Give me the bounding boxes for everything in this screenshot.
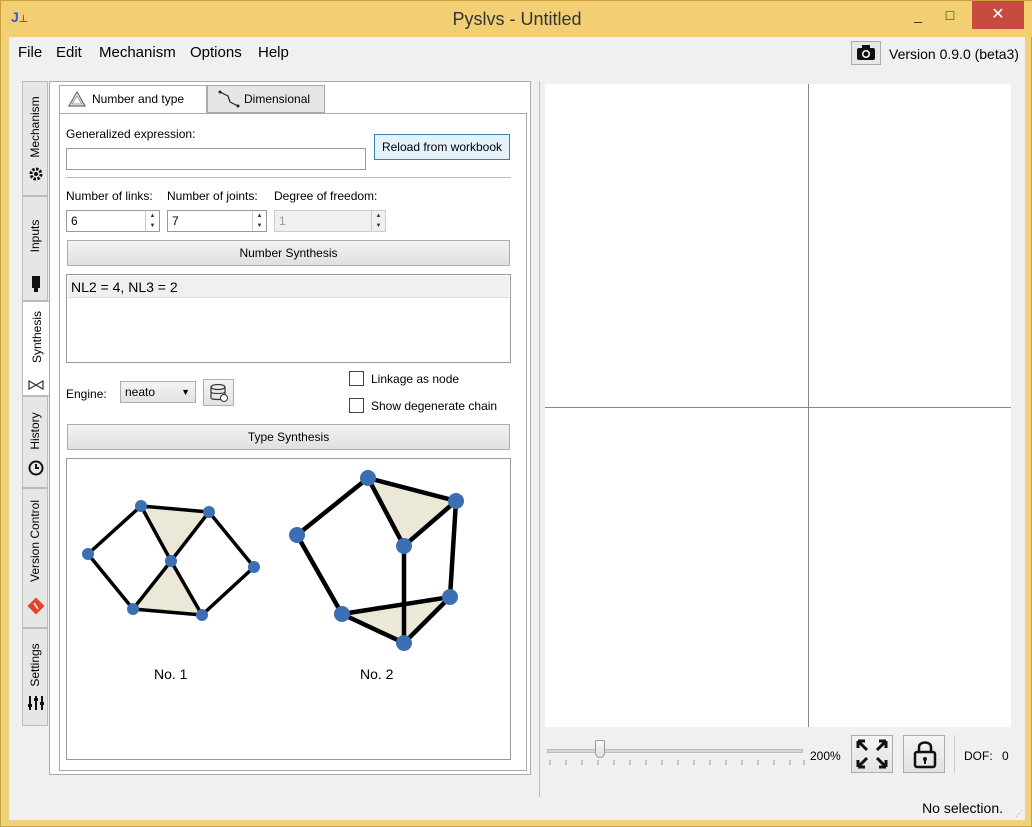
graph-2-caption: No. 2 <box>360 666 394 682</box>
number-synthesis-results-list[interactable]: NL2 = 4, NL3 = 2 <box>66 274 511 363</box>
dof-readout-value: 0 <box>1002 749 1009 763</box>
version-label: Version 0.9.0 (beta3) <box>889 46 1019 62</box>
resize-grip-icon[interactable]: ⋰ <box>1015 809 1023 818</box>
show-degenerate-chain-checkbox[interactable] <box>349 398 364 413</box>
title-bar: J⊥ Pyslvs - Untitled _ □ ✕ <box>1 1 1032 37</box>
tab-number-and-type[interactable]: Number and type <box>59 85 207 115</box>
menu-edit[interactable]: Edit <box>56 44 82 61</box>
tab-settings-label: Settings <box>28 643 42 688</box>
path-icon <box>218 90 240 108</box>
divider <box>954 735 955 773</box>
tab-mechanism-label: Mechanism <box>28 96 42 158</box>
engine-select[interactable]: neato ▼ <box>120 381 196 403</box>
tab-dimensional[interactable]: Dimensional <box>207 85 325 113</box>
window-title: Pyslvs - Untitled <box>452 9 582 29</box>
show-degenerate-chain-label: Show degenerate chain <box>371 399 498 413</box>
graph-1-caption: No. 1 <box>154 666 188 682</box>
linkage-as-node-label: Linkage as node <box>371 372 460 386</box>
tab-synthesis[interactable]: Synthesis <box>22 301 50 396</box>
engine-value: neato <box>125 385 156 399</box>
number-of-links-label: Number of links: <box>66 189 153 203</box>
side-tab-bar: Mechanism Inputs Synthesis History Versi… <box>22 81 50 731</box>
type-synthesis-results[interactable]: No. 1 No. 2 <box>66 458 511 760</box>
links-value: 6 <box>71 214 78 228</box>
application-window: J⊥ Pyslvs - Untitled _ □ ✕ File Edit Mec… <box>0 0 1032 827</box>
generalized-expression-field[interactable] <box>66 148 366 170</box>
history-icon <box>28 460 44 476</box>
zoom-slider-handle[interactable] <box>595 740 605 758</box>
sliders-icon <box>28 696 44 710</box>
spin-arrows-icon[interactable]: ▲ ▼ <box>145 211 159 231</box>
dof-readout: DOF: 0 <box>964 749 1009 763</box>
menu-options[interactable]: Options <box>190 44 242 61</box>
tab-synthesis-label: Synthesis <box>29 311 44 364</box>
tab-inputs-label: Inputs <box>28 219 42 253</box>
dof-spinbox: 1 ▲ ▼ <box>274 210 386 232</box>
links-spinbox[interactable]: 6 ▲ ▼ <box>66 210 160 232</box>
engine-label: Engine: <box>66 387 107 401</box>
structure-graphs <box>82 470 464 651</box>
lock-button[interactable] <box>903 735 945 773</box>
menu-help[interactable]: Help <box>258 44 289 61</box>
main-client-area: File Edit Mechanism Options Help Version… <box>9 37 1025 820</box>
zoom-slider-ticks <box>549 760 805 765</box>
tab-number-and-type-label: Number and type <box>92 92 185 106</box>
list-item[interactable]: NL2 = 4, NL3 = 2 <box>68 276 509 298</box>
tab-inputs[interactable]: Inputs <box>22 196 48 301</box>
type-synthesis-button[interactable]: Type Synthesis <box>67 424 510 450</box>
y-axis-line <box>808 84 809 727</box>
graph-2[interactable] <box>289 470 464 651</box>
expand-arrows-icon <box>856 739 888 769</box>
dof-value: 1 <box>279 214 286 228</box>
close-button[interactable]: ✕ <box>972 1 1024 29</box>
database-refresh-icon <box>210 383 228 402</box>
reload-from-workbook-button[interactable]: Reload from workbook <box>374 134 510 160</box>
synthesis-icon <box>28 380 44 390</box>
spin-arrows-icon[interactable]: ▲ ▼ <box>252 211 266 231</box>
dof-readout-label: DOF: <box>964 749 993 763</box>
linkage-as-node-checkbox[interactable] <box>349 371 364 386</box>
triangle-icon <box>68 91 86 107</box>
zoom-level: 200% <box>810 749 841 763</box>
tab-settings[interactable]: Settings <box>22 628 48 726</box>
number-of-joints-label: Number of joints: <box>167 189 258 203</box>
chevron-down-icon: ▼ <box>181 387 190 397</box>
input-icon <box>32 276 40 292</box>
menu-file[interactable]: File <box>18 44 42 61</box>
graph-1[interactable] <box>82 500 260 621</box>
joints-value: 7 <box>172 214 179 228</box>
mechanism-canvas[interactable] <box>545 84 1011 727</box>
zoom-slider[interactable] <box>547 749 803 753</box>
gear-icon <box>29 167 43 181</box>
status-text: No selection. <box>922 800 1003 816</box>
x-axis-line <box>545 407 1011 408</box>
lock-icon <box>913 741 937 769</box>
tab-version-control-label: Version Control <box>28 500 42 583</box>
minimize-button[interactable]: _ <box>901 1 935 29</box>
divider <box>66 177 511 178</box>
tab-history-label: History <box>28 412 42 450</box>
menu-mechanism[interactable]: Mechanism <box>99 44 176 61</box>
tab-dimensional-label: Dimensional <box>244 92 311 106</box>
generalized-expression-label: Generalized expression: <box>66 127 196 141</box>
maximize-button[interactable]: □ <box>933 1 967 29</box>
tab-version-control[interactable]: Version Control <box>22 488 48 628</box>
reload-atlas-button[interactable] <box>203 379 234 406</box>
joints-spinbox[interactable]: 7 ▲ ▼ <box>167 210 267 232</box>
camera-icon <box>857 45 875 60</box>
tab-history[interactable]: History <box>22 396 48 488</box>
degree-of-freedom-label: Degree of freedom: <box>274 189 378 203</box>
spin-arrows-icon: ▲ ▼ <box>371 211 385 231</box>
status-bar: No selection. ⋰ <box>9 797 1025 820</box>
number-synthesis-button[interactable]: Number Synthesis <box>67 240 510 266</box>
tab-mechanism[interactable]: Mechanism <box>22 81 48 196</box>
menu-bar: File Edit Mechanism Options Help Version… <box>9 37 1025 67</box>
zoom-to-fit-button[interactable] <box>851 735 893 773</box>
capture-button[interactable] <box>851 41 881 65</box>
git-icon <box>27 597 45 615</box>
